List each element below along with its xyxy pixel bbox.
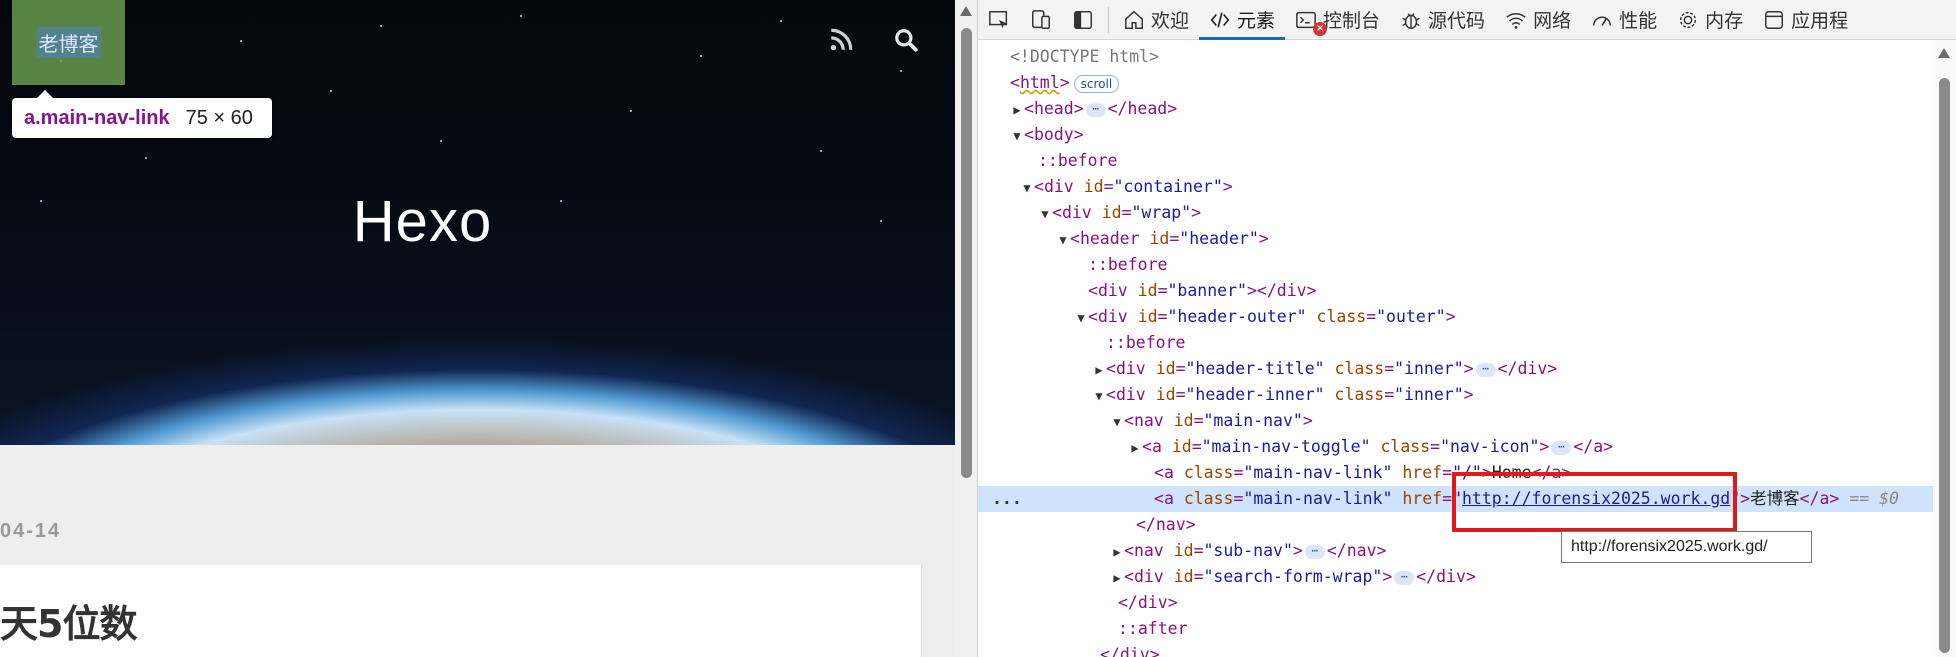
post-date: 04-14 bbox=[0, 520, 62, 542]
dom-node-main-nav[interactable]: ▼ <nav id="main-nav"> bbox=[978, 408, 1933, 434]
scroll-up-arrow-icon[interactable] bbox=[1938, 48, 1950, 58]
toolbar-separator bbox=[1108, 6, 1109, 33]
ellipsis-icon[interactable]: ⋯ bbox=[1304, 544, 1325, 559]
app-icon bbox=[1765, 10, 1784, 29]
dom-node-banner[interactable]: <div id="banner"></div> bbox=[978, 278, 1933, 304]
dom-node-search-form-wrap[interactable]: ▶ <div id="search-form-wrap"> ⋯ </div> bbox=[978, 564, 1933, 590]
bug-icon bbox=[1402, 12, 1420, 29]
expand-arrow-icon[interactable]: ▶ bbox=[1110, 565, 1124, 591]
collapse-arrow-icon[interactable]: ▼ bbox=[1074, 305, 1088, 331]
expand-arrow-icon[interactable]: ▶ bbox=[1092, 357, 1106, 383]
search-icon[interactable] bbox=[893, 27, 919, 53]
dom-node-head[interactable]: ▶ <head> ⋯ </head> bbox=[978, 96, 1933, 122]
dom-node-container[interactable]: ▼ <div id="container"> bbox=[978, 174, 1933, 200]
error-badge-icon: × bbox=[1313, 21, 1328, 36]
inspect-tooltip-size: 75 × 60 bbox=[185, 106, 253, 129]
expand-arrow-icon[interactable]: ▶ bbox=[1128, 435, 1142, 461]
gauge-icon bbox=[1593, 16, 1612, 26]
ellipsis-icon[interactable]: ⋯ bbox=[1394, 570, 1415, 585]
expand-arrow-icon[interactable]: ▶ bbox=[1110, 539, 1124, 565]
code-icon bbox=[1210, 11, 1230, 28]
ellipsis-icon[interactable]: ⋯ bbox=[1551, 440, 1572, 455]
dom-node-wrap[interactable]: ▼ <div id="wrap"> bbox=[978, 200, 1933, 226]
tab-welcome[interactable]: 欢迎 bbox=[1113, 0, 1199, 40]
collapse-arrow-icon[interactable]: ▼ bbox=[1092, 383, 1106, 409]
ellipsis-icon[interactable]: ⋯ bbox=[1085, 102, 1106, 117]
dom-node-body-before[interactable]: ::before bbox=[978, 148, 1933, 174]
dom-node-div-close[interactable]: </div> bbox=[978, 590, 1933, 616]
dom-node-header-title[interactable]: ▶ <div id="header-title" class="inner"> ⋯ <… bbox=[978, 356, 1933, 382]
tab-application[interactable]: 应用程 bbox=[1753, 0, 1858, 40]
dom-node-doctype[interactable]: <!DOCTYPE html> bbox=[978, 44, 1933, 70]
more-actions-icon[interactable]: ... bbox=[992, 486, 1022, 512]
devtools-scrollbar-thumb[interactable] bbox=[1939, 78, 1950, 653]
dom-node-body[interactable]: ▼ <body> bbox=[978, 122, 1933, 148]
collapse-arrow-icon[interactable]: ▼ bbox=[1020, 175, 1034, 201]
inspect-tooltip-selector: a.main-nav-link bbox=[24, 106, 170, 129]
annotation-red-box bbox=[1452, 472, 1737, 532]
scroll-badge[interactable]: scroll bbox=[1073, 74, 1120, 93]
devtools-scrollbar[interactable] bbox=[1933, 40, 1956, 657]
rss-icon[interactable] bbox=[828, 27, 854, 53]
dom-node-header-before[interactable]: ::before bbox=[978, 252, 1933, 278]
collapse-arrow-icon[interactable]: ▼ bbox=[1056, 227, 1070, 253]
dom-node-outer-before[interactable]: ::before bbox=[978, 330, 1933, 356]
collapse-arrow-icon[interactable]: ▼ bbox=[1010, 123, 1024, 149]
dom-node-header[interactable]: ▼ <header id="header"> bbox=[978, 226, 1933, 252]
site-title[interactable]: Hexo bbox=[0, 188, 845, 255]
page-scrollbar-thumb[interactable] bbox=[961, 28, 972, 478]
collapse-arrow-icon[interactable]: ▼ bbox=[1110, 409, 1124, 435]
scroll-up-arrow-icon[interactable] bbox=[960, 6, 972, 16]
dom-node-html[interactable]: <html> scroll bbox=[978, 70, 1933, 96]
tab-memory[interactable]: 内存 bbox=[1667, 0, 1753, 40]
tab-performance[interactable]: 性能 bbox=[1581, 0, 1667, 40]
inspect-element-button[interactable] bbox=[978, 0, 1020, 40]
device-icon bbox=[1032, 9, 1050, 29]
panel-icon bbox=[1074, 10, 1092, 29]
web-page-viewport: Hexo 老博客 a.main-nav-link 75 × 60 04-14 天… bbox=[0, 0, 955, 657]
tab-console[interactable]: × 控制台 bbox=[1285, 0, 1390, 40]
wifi-icon bbox=[1506, 12, 1526, 29]
dom-tree: <!DOCTYPE html> <html> scroll ▶ <head> ⋯ </h… bbox=[978, 40, 1933, 657]
tab-network[interactable]: 网络 bbox=[1495, 0, 1581, 40]
device-emulation-button[interactable] bbox=[1020, 0, 1062, 40]
article-card: 天5位数 bbox=[0, 565, 922, 657]
dom-node-header-outer[interactable]: ▼ <div id="header-outer" class="outer"> bbox=[978, 304, 1933, 330]
link-url-tooltip: http://forensix2025.work.gd/ bbox=[1561, 531, 1812, 563]
devtools-toolbar: 欢迎 元素 × 控制台 源代码 网络 性能 内存 应用程 bbox=[978, 0, 1956, 40]
collapse-arrow-icon[interactable]: ▼ bbox=[1038, 201, 1052, 227]
inspect-icon bbox=[989, 10, 1008, 28]
ellipsis-icon[interactable]: ⋯ bbox=[1475, 362, 1496, 377]
home-icon bbox=[1125, 10, 1143, 29]
dock-side-button[interactable] bbox=[1062, 0, 1104, 40]
dom-node-header-inner[interactable]: ▼ <div id="header-inner" class="inner"> bbox=[978, 382, 1933, 408]
expand-arrow-icon[interactable]: ▶ bbox=[1010, 97, 1024, 123]
article-title[interactable]: 天5位数 bbox=[0, 593, 137, 648]
inspect-tooltip: a.main-nav-link 75 × 60 bbox=[12, 90, 272, 138]
page-scrollbar[interactable] bbox=[955, 0, 977, 657]
dom-node-main-nav-toggle[interactable]: ▶ <a id="main-nav-toggle" class="nav-icon… bbox=[978, 434, 1933, 460]
header-banner: Hexo bbox=[0, 0, 955, 445]
tab-sources[interactable]: 源代码 bbox=[1390, 0, 1495, 40]
gear-icon bbox=[1680, 11, 1697, 28]
dom-node-after[interactable]: ::after bbox=[978, 616, 1933, 642]
tab-elements[interactable]: 元素 bbox=[1199, 0, 1286, 40]
dom-node-div-close-2[interactable]: </div> bbox=[978, 642, 1933, 657]
main-nav-link-old-blog[interactable]: 老博客 bbox=[12, 0, 125, 85]
